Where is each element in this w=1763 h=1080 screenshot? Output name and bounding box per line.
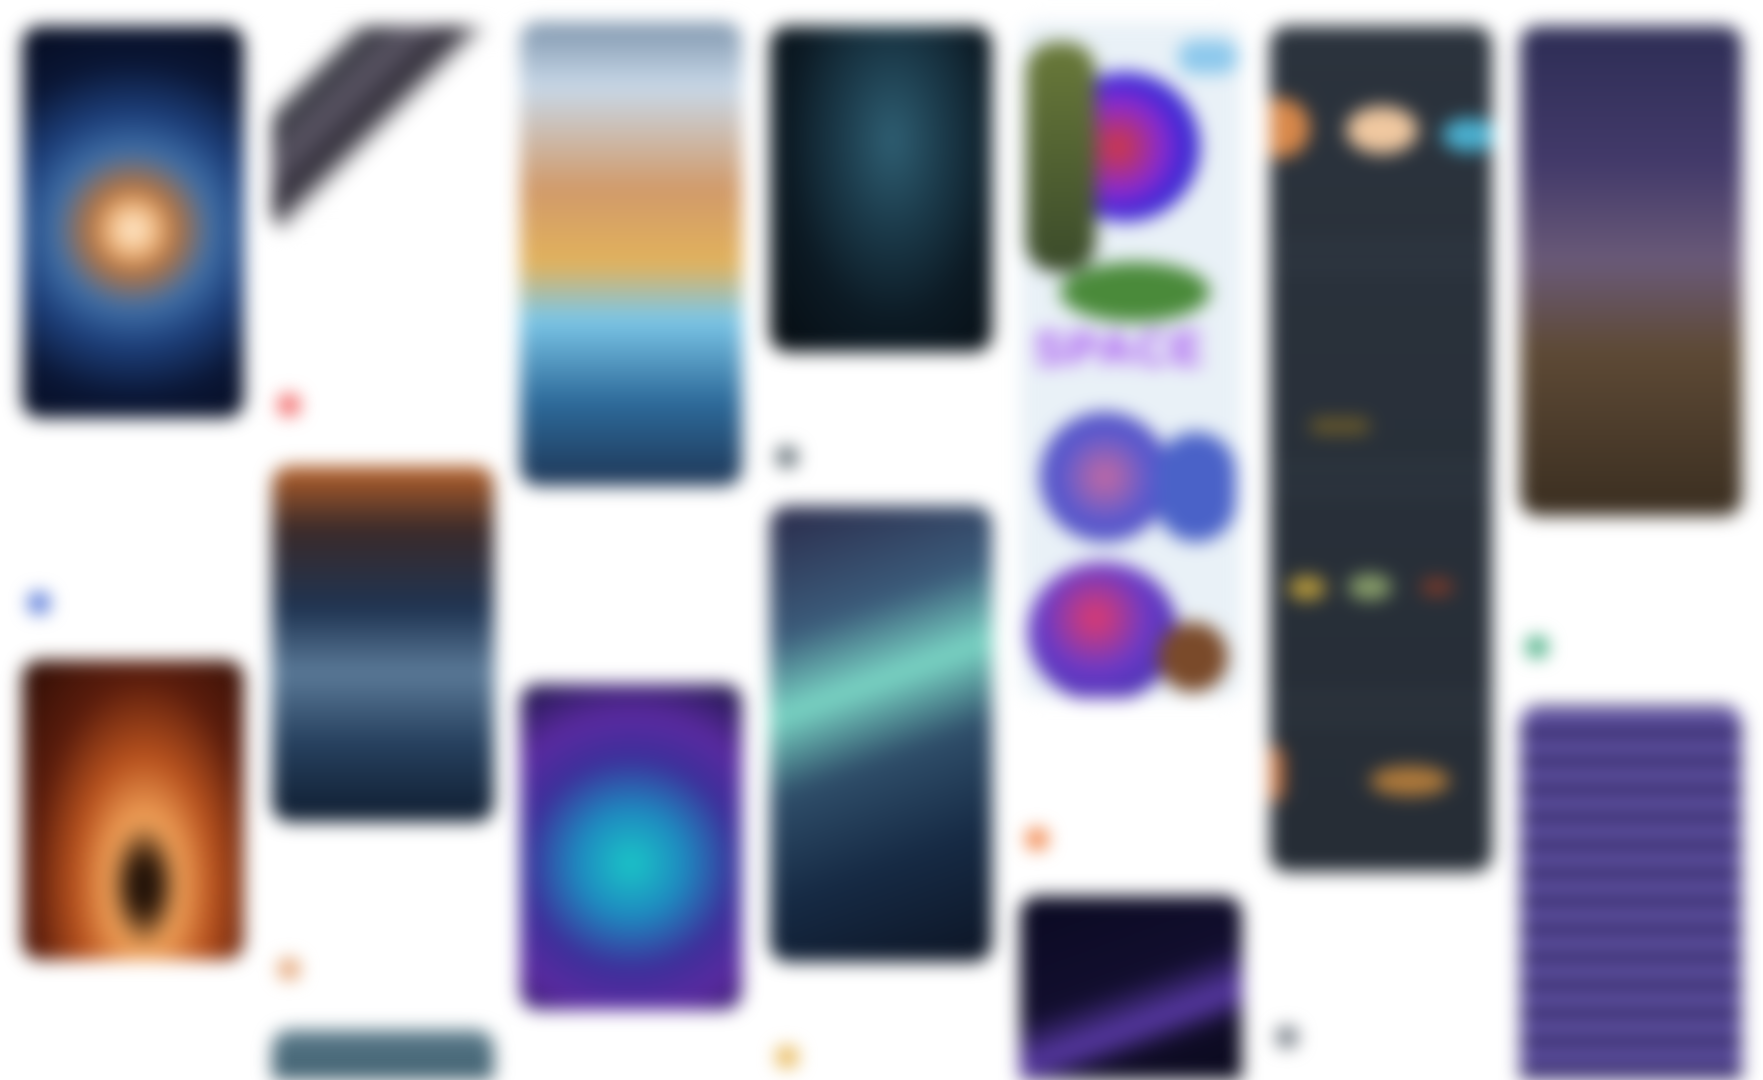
sticker-ufo <box>1060 262 1210 322</box>
divider <box>1270 696 1492 699</box>
creator-avatar[interactable] <box>776 446 798 468</box>
divider <box>1270 244 1492 247</box>
creator-avatar[interactable] <box>278 394 300 416</box>
pin-image[interactable] <box>1020 896 1242 1080</box>
planet-left-icon <box>1270 746 1284 802</box>
creator-avatar[interactable] <box>1026 828 1048 850</box>
divider <box>1270 466 1492 469</box>
pin-image[interactable] <box>770 506 992 962</box>
pin-image[interactable] <box>1520 26 1742 516</box>
pin-image[interactable] <box>22 660 244 960</box>
planet-neptune-icon <box>1442 118 1492 152</box>
sticker-brown-planet <box>1158 622 1228 692</box>
creator-avatar[interactable] <box>1276 1026 1298 1048</box>
dot-icon <box>1310 418 1370 434</box>
pin-image[interactable] <box>770 26 992 352</box>
divider <box>1270 718 1492 721</box>
planet-ring-icon <box>1370 766 1450 796</box>
planet-yellow-icon <box>1288 576 1326 600</box>
sticker-astronaut <box>1026 42 1096 272</box>
sticker-space-text: SPACE <box>1034 323 1206 376</box>
sticker-galaxy <box>1040 412 1170 542</box>
divider <box>1270 266 1492 269</box>
sticker-red-planet <box>1028 562 1178 698</box>
planet-orange-icon <box>1270 98 1310 158</box>
sticker-moon <box>1178 40 1238 74</box>
pin-image[interactable] <box>272 26 494 232</box>
planet-saturn-icon <box>1346 106 1418 154</box>
divider <box>1270 488 1492 491</box>
pin-image[interactable] <box>272 466 494 822</box>
creator-avatar[interactable] <box>278 958 300 980</box>
creator-avatar[interactable] <box>28 592 50 614</box>
pin-image[interactable] <box>520 22 742 486</box>
planet-red-icon <box>1420 578 1454 596</box>
creator-avatar[interactable] <box>1526 636 1548 658</box>
pin-image[interactable] <box>272 1030 494 1080</box>
pin-image[interactable] <box>1270 26 1492 872</box>
planet-green-icon <box>1348 574 1392 600</box>
sticker-blue-swirl <box>1156 432 1236 542</box>
pin-image[interactable] <box>1520 706 1742 1080</box>
pin-image[interactable] <box>22 26 244 418</box>
creator-avatar[interactable] <box>776 1046 798 1068</box>
pin-image[interactable]: SPACE <box>1020 22 1242 698</box>
pin-image[interactable] <box>520 684 742 1010</box>
pin-feed: SPACE <box>0 0 1763 1080</box>
